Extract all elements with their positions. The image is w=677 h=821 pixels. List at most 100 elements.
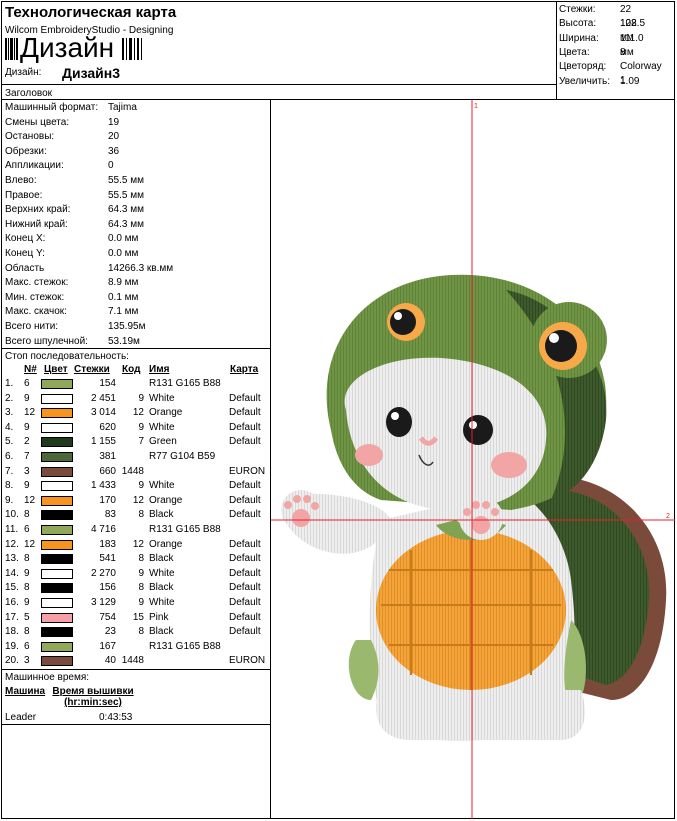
row-chart: Default — [229, 407, 261, 419]
summary-key: Высота: — [559, 18, 597, 30]
color-swatch — [41, 379, 73, 389]
col-header-num: N# — [24, 364, 37, 375]
col-header-machine: Машина — [5, 686, 46, 697]
info-value: 8.9 мм — [108, 277, 139, 289]
row-name: Orange — [149, 538, 183, 550]
row-chart: Default — [229, 509, 261, 521]
row-stitches: 167 — [99, 640, 116, 652]
table-row: 19. 6 167 R131 G165 B88 — [0, 640, 269, 655]
row-needle: 9 — [24, 421, 30, 433]
table-row: 17. 5 754 15 Pink Default — [0, 611, 269, 626]
info-value: 0.1 мм — [108, 291, 139, 303]
row-stitches: 660 — [99, 465, 116, 477]
machine-name: Leader — [5, 712, 37, 723]
row-needle: 8 — [24, 553, 30, 565]
row-name: Pink — [149, 611, 169, 623]
row-code: 9 — [138, 597, 144, 608]
table-row: 8. 9 1 433 9 White Default — [0, 479, 269, 494]
row-name: R131 G165 B88 — [149, 378, 221, 389]
row-name: Orange — [149, 494, 183, 506]
table-row: 3. 12 3 014 12 Orange Default — [0, 406, 269, 421]
row-chart: EURON — [229, 465, 266, 477]
embroidery-preview: 1 2 — [271, 100, 675, 819]
row-code: 9 — [138, 421, 144, 433]
row-needle: 12 — [24, 407, 36, 419]
info-key: Всего нити: — [5, 321, 59, 332]
summary-key: Стежки: — [559, 4, 596, 15]
table-row: 10. 8 83 8 Black Default — [0, 508, 269, 523]
row-name: Orange — [149, 407, 183, 419]
info-value: 53.19м — [108, 335, 140, 347]
row-index: 2. — [5, 392, 14, 404]
info-key: Макс. скачок: — [5, 306, 67, 318]
divider — [1, 669, 270, 670]
row-stitches: 3 014 — [90, 407, 116, 419]
info-value: 14266.3 кв.мм — [108, 262, 174, 274]
info-value: 64.3 мм — [108, 204, 144, 216]
info-key: Нижний край: — [5, 218, 68, 230]
row-name: Black — [149, 553, 174, 565]
row-needle: 6 — [24, 378, 30, 389]
row-name: R131 G165 B88 — [149, 640, 221, 652]
col-header-time-line1: Время вышивки — [52, 686, 134, 697]
row-needle: 2 — [24, 436, 30, 448]
row-name: Green — [149, 436, 177, 448]
info-value: 20 — [108, 131, 120, 143]
design-value: Дизайн3 — [62, 65, 120, 81]
row-chart: Default — [229, 494, 261, 506]
row-chart: Default — [229, 392, 261, 404]
sequence-title: Стоп последовательность: — [5, 351, 129, 362]
table-row: 6. 7 381 R77 G104 B59 — [0, 450, 269, 465]
machine-time-label: Машинное время: — [5, 672, 90, 683]
heading-label: Заголовок — [5, 88, 53, 99]
table-row: 15. 8 156 8 Black Default — [0, 581, 269, 596]
page-title: Технологическая карта — [5, 4, 177, 21]
row-stitches: 183 — [99, 538, 116, 550]
col-header-time-line2: (hr:min:sec) — [64, 697, 122, 708]
barcode-right-icon — [122, 38, 142, 60]
row-needle: 8 — [24, 582, 30, 594]
row-needle: 8 — [24, 626, 30, 638]
row-name: White — [149, 480, 175, 492]
table-row: 5. 2 1 155 7 Green Default — [0, 435, 269, 450]
table-row: 4. 9 620 9 White Default — [0, 421, 269, 436]
color-swatch — [41, 422, 73, 433]
color-swatch — [41, 466, 73, 477]
row-code: 7 — [138, 436, 144, 448]
info-value: 36 — [108, 145, 120, 157]
machine-time-value: 0:43:53 — [99, 712, 133, 723]
col-header-code: Код — [122, 364, 141, 375]
row-stitches: 170 — [99, 494, 116, 506]
row-stitches: 83 — [104, 509, 116, 521]
row-code: 12 — [132, 407, 144, 419]
design-label: Дизайн: — [5, 67, 42, 78]
summary-value: 1.09 — [620, 75, 640, 87]
info-key: Влево: — [5, 175, 37, 186]
row-index: 15. — [5, 582, 19, 594]
info-value: 0.0 мм — [108, 248, 139, 259]
summary-key: Увеличить: — [559, 75, 611, 87]
summary-key: Цветоряд: — [559, 61, 607, 73]
row-stitches: 754 — [99, 611, 116, 623]
row-name: Black — [149, 626, 174, 638]
row-needle: 9 — [24, 480, 30, 492]
col-header-color: Цвет — [44, 364, 68, 375]
row-index: 19. — [5, 640, 19, 652]
row-stitches: 1 433 — [90, 480, 116, 492]
info-key: Мин. стежок: — [5, 291, 65, 303]
info-value: 0 — [108, 160, 114, 172]
row-stitches: 620 — [99, 421, 116, 433]
summary-key: Цвета: — [559, 46, 590, 58]
color-swatch — [41, 568, 73, 579]
color-swatch — [41, 554, 73, 565]
row-stitches: 156 — [99, 582, 116, 594]
info-value: 55.5 мм — [108, 175, 144, 186]
row-code: 8 — [138, 626, 144, 638]
table-row: 7. 3 660 1448 EURON — [0, 465, 269, 480]
divider — [1, 84, 556, 85]
table-row: 16. 9 3 129 9 White Default — [0, 596, 269, 611]
row-index: 14. — [5, 567, 19, 579]
row-chart: Default — [229, 553, 261, 565]
info-key: Остановы: — [5, 131, 55, 143]
row-needle: 5 — [24, 611, 30, 623]
